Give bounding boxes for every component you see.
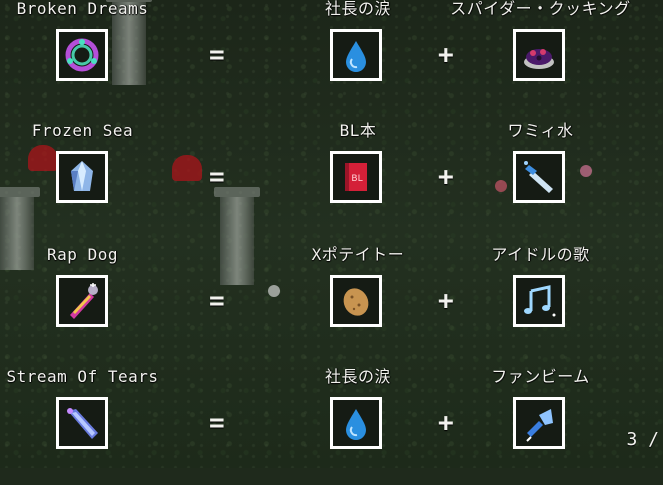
result-slot[interactable] xyxy=(56,397,108,449)
result-slot[interactable] xyxy=(56,275,108,327)
recipe-row: Broken Dreams 社長の涙 スパイダー・クッキング = + xyxy=(0,0,663,117)
equals-sign: = xyxy=(209,40,225,70)
ingredient1-name: 社長の涙 xyxy=(324,0,391,18)
plus-sign: + xyxy=(438,286,454,316)
recipe-row: Frozen Sea BL本 ワミィ水 = BL + xyxy=(0,122,663,239)
spray-bottle-icon xyxy=(524,161,553,193)
equals-sign: = xyxy=(209,286,225,316)
result-slot[interactable] xyxy=(56,29,108,81)
plus-sign: + xyxy=(438,408,454,438)
ice-crystal-icon xyxy=(71,161,93,191)
tear-drop-icon xyxy=(346,41,366,72)
page-indicator: 3 / xyxy=(626,429,659,450)
ingredient1-name: Xポテイトー xyxy=(311,245,405,264)
ingredient1-slot[interactable] xyxy=(330,397,382,449)
recipe-row: Rap Dog Xポテイトー アイドルの歌 = + xyxy=(0,246,663,363)
broken-dreams-ring-icon xyxy=(65,38,99,72)
plus-sign: + xyxy=(438,162,454,192)
tear-drop-icon xyxy=(346,409,366,440)
ingredient2-name: ファンビーム xyxy=(491,367,590,386)
ingredient1-name: 社長の涙 xyxy=(324,367,391,386)
microphone-icon xyxy=(70,283,98,319)
result-name: Rap Dog xyxy=(47,245,118,264)
plus-sign: + xyxy=(438,40,454,70)
result-slot[interactable] xyxy=(56,151,108,203)
ingredient1-name: BL本 xyxy=(339,121,377,140)
ingredient1-slot[interactable]: BL xyxy=(330,151,382,203)
ingredient2-name: アイドルの歌 xyxy=(491,245,590,264)
ingredient2-slot[interactable] xyxy=(513,151,565,203)
ingredient2-slot[interactable] xyxy=(513,29,565,81)
result-name: Broken Dreams xyxy=(16,0,149,18)
equals-sign: = xyxy=(209,162,225,192)
spider-cooking-icon xyxy=(524,49,554,69)
ingredient2-slot[interactable] xyxy=(513,397,565,449)
potato-icon xyxy=(343,288,369,316)
fan-beam-icon xyxy=(526,409,553,442)
ingredient1-slot[interactable] xyxy=(330,275,382,327)
ingredient2-name: ワミィ水 xyxy=(507,121,574,140)
music-notes-icon xyxy=(524,285,556,317)
ingredient2-slot[interactable] xyxy=(513,275,565,327)
result-name: Frozen Sea xyxy=(31,121,134,140)
tear-stream-icon xyxy=(67,408,98,439)
recipe-row: Stream Of Tears 社長の涙 ファンビーム = + xyxy=(0,368,663,485)
ingredient2-name: スパイダー・クッキング xyxy=(450,0,631,18)
result-name: Stream Of Tears xyxy=(6,367,159,386)
equals-sign: = xyxy=(209,408,225,438)
bl-book-icon: BL xyxy=(345,163,367,191)
ingredient1-slot[interactable] xyxy=(330,29,382,81)
svg-text:BL: BL xyxy=(351,174,362,184)
